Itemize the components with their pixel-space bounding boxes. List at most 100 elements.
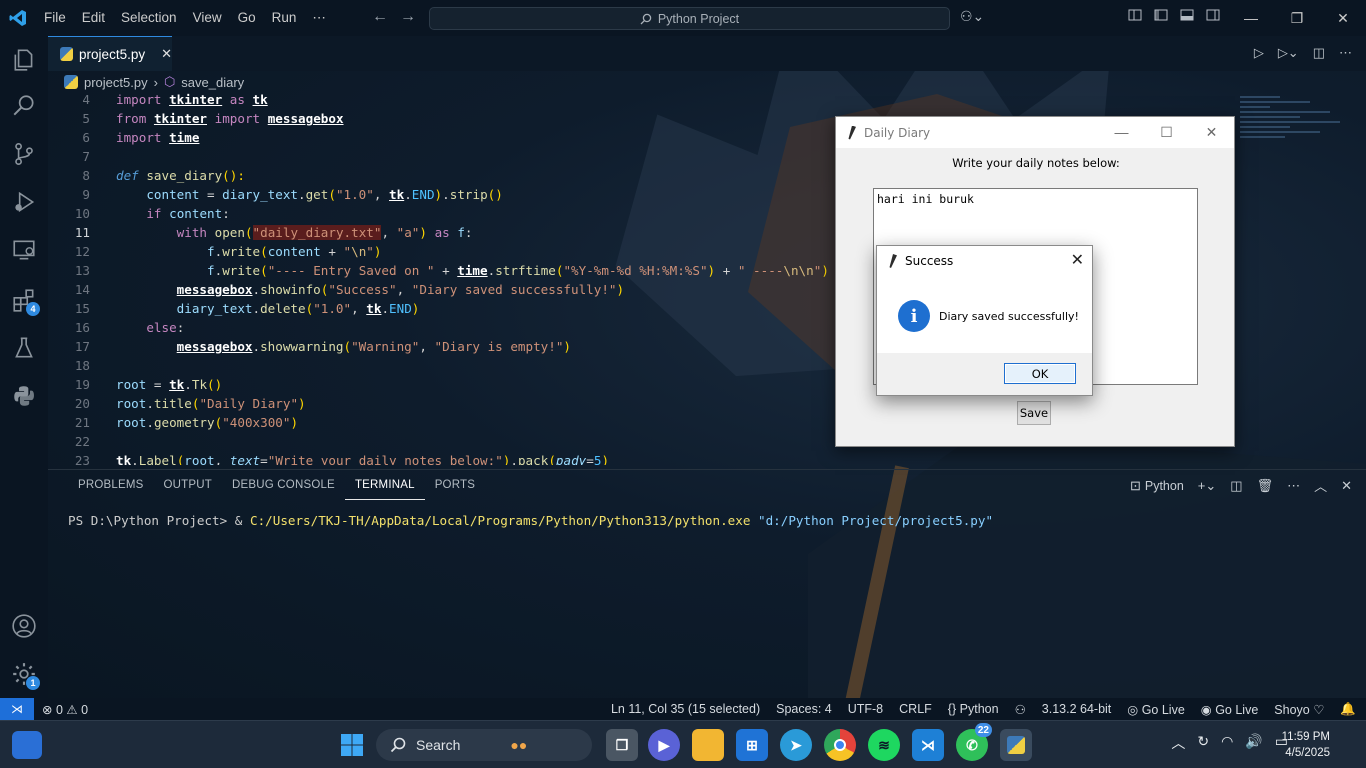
customize-layout-icon[interactable] (1128, 8, 1142, 22)
minimap[interactable] (1236, 93, 1356, 173)
menu-edit[interactable]: Edit (74, 0, 113, 36)
diary-minimize-icon[interactable]: — (1099, 117, 1144, 147)
status-right: Ln 11, Col 35 (15 selected) Spaces: 4 UT… (611, 698, 1356, 720)
tab-output[interactable]: OUTPUT (154, 470, 222, 500)
vscode-taskbar-icon[interactable]: ⋊ (912, 729, 944, 761)
forward-arrow-icon[interactable]: → (400, 8, 416, 26)
start-windows-icon[interactable] (336, 729, 368, 761)
taskbar-search[interactable]: Search ●● (376, 729, 592, 761)
language-mode[interactable]: {} Python (948, 702, 999, 716)
tab-problems[interactable]: PROBLEMS (68, 470, 154, 500)
meet-video-icon[interactable]: ▶ (648, 729, 680, 761)
diary-maximize-icon[interactable]: ☐ (1144, 117, 1189, 147)
menu-go[interactable]: Go (230, 0, 264, 36)
editor-actions: ▷ ▷⌄ ◫ ⋯ (1254, 45, 1352, 61)
user-status[interactable]: Shoyo ♡ (1274, 702, 1324, 717)
tray-chevron-icon[interactable]: ︿ (1171, 733, 1185, 753)
diary-close-icon[interactable]: ✕ (1189, 117, 1234, 147)
breadcrumb: project5.py › ⬡ save_diary (48, 71, 1366, 93)
success-dialog: Success ✕ i Diary saved successfully! OK (876, 245, 1093, 396)
menu-selection[interactable]: Selection (113, 0, 185, 36)
notifications-bell-icon[interactable]: 🔔 (1340, 702, 1356, 717)
go-live-2[interactable]: ◉ Go Live (1201, 702, 1259, 717)
menu-view[interactable]: View (185, 0, 230, 36)
minimize-icon[interactable]: — (1228, 0, 1274, 36)
taskbar-clock[interactable]: 11:59 PM 4/5/2025 (1282, 729, 1330, 761)
breadcrumb-symbol[interactable]: save_diary (181, 75, 244, 90)
broadcast-icon: ◎ (1127, 702, 1139, 717)
trash-icon[interactable]: 🗑 (1257, 478, 1274, 494)
more-icon[interactable]: ⋯ (1287, 478, 1300, 494)
dialog-footer: OK (877, 353, 1092, 395)
command-center-search[interactable]: Python Project (429, 7, 950, 30)
dialog-title-bar[interactable]: Success (877, 246, 1092, 276)
menu-more[interactable]: ⋯ (304, 0, 334, 36)
terminal-output[interactable]: PS D:\Python Project> & C:/Users/TKJ-TH/… (68, 513, 993, 528)
spotify-icon[interactable]: ≋ (868, 729, 900, 761)
close-panel-icon[interactable]: ✕ (1341, 478, 1352, 494)
chrome-icon[interactable] (824, 729, 856, 761)
manage-gear-icon[interactable]: 1 (0, 650, 48, 698)
encoding[interactable]: UTF-8 (848, 702, 883, 716)
testing-flask-icon[interactable] (0, 324, 48, 372)
python-interpreter[interactable]: 3.13.2 64-bit (1042, 702, 1112, 716)
go-live-1[interactable]: ◎ Go Live (1127, 702, 1185, 717)
back-arrow-icon[interactable]: ← (372, 8, 388, 26)
split-editor-icon[interactable]: ◫ (1313, 45, 1325, 61)
cursor-position[interactable]: Ln 11, Col 35 (15 selected) (611, 702, 760, 716)
nav-arrows: ← → (372, 8, 416, 26)
tk-feather-icon (848, 125, 856, 140)
toggle-secondary-sidebar-icon[interactable] (1206, 8, 1220, 22)
extensions-icon[interactable]: 4 (0, 276, 48, 324)
file-explorer-icon[interactable] (692, 729, 724, 761)
tab-terminal[interactable]: TERMINAL (344, 470, 425, 500)
tab-close-icon[interactable]: ✕ (161, 46, 172, 62)
problems-status[interactable]: ⊗ 0 ⚠ 0 (42, 702, 88, 717)
remote-indicator-icon[interactable]: ⋊ (0, 698, 34, 720)
dialog-close-icon[interactable]: ✕ (1071, 250, 1084, 270)
debug-run-icon[interactable]: ▷⌄ (1278, 45, 1299, 61)
telegram-icon[interactable]: ➤ (780, 729, 812, 761)
breadcrumb-file[interactable]: project5.py (84, 75, 148, 90)
whatsapp-icon[interactable]: ✆ 22 (956, 723, 992, 761)
terminal-profile[interactable]: Python (1145, 479, 1184, 493)
indentation[interactable]: Spaces: 4 (776, 702, 832, 716)
terminal-exe-path: C:/Users/TKJ-TH/AppData/Local/Programs/P… (249, 513, 751, 528)
split-terminal-icon[interactable]: ◫ (1230, 478, 1242, 494)
close-icon[interactable]: ✕ (1320, 0, 1366, 36)
python-extension-icon[interactable] (0, 372, 48, 420)
tab-label: project5.py (79, 46, 146, 62)
accounts-icon[interactable] (0, 602, 48, 650)
more-actions-icon[interactable]: ⋯ (1339, 45, 1352, 61)
widgets-icon[interactable] (12, 731, 42, 759)
sync-icon[interactable]: ↻ (1197, 733, 1209, 753)
source-control-icon[interactable] (0, 130, 48, 178)
python-taskbar-icon[interactable] (1000, 729, 1032, 761)
maximize-panel-icon[interactable]: ︿ (1314, 476, 1327, 495)
volume-icon[interactable]: 🔊 (1245, 733, 1262, 753)
toggle-primary-sidebar-icon[interactable] (1154, 8, 1168, 22)
task-view-icon[interactable]: ❐ (606, 729, 638, 761)
remote-explorer-icon[interactable] (0, 226, 48, 274)
menu-file[interactable]: File (36, 0, 74, 36)
explorer-icon[interactable] (0, 36, 48, 84)
new-terminal-icon[interactable]: +⌄ (1198, 478, 1216, 494)
restore-icon[interactable]: ❐ (1274, 0, 1320, 36)
bottom-panel: PROBLEMS OUTPUT DEBUG CONSOLE TERMINAL P… (48, 469, 1366, 698)
tab-project5[interactable]: project5.py ✕ (48, 36, 172, 71)
menu-run[interactable]: Run (264, 0, 305, 36)
ok-button[interactable]: OK (1004, 363, 1076, 384)
diary-instruction-label: Write your daily notes below: (952, 156, 1120, 170)
toggle-panel-icon[interactable] (1180, 8, 1194, 22)
save-button[interactable]: Save (1017, 401, 1051, 425)
line-ending[interactable]: CRLF (899, 702, 932, 716)
run-debug-icon[interactable] (0, 178, 48, 226)
tab-ports[interactable]: PORTS (425, 470, 485, 500)
wifi-icon[interactable]: ◠ (1221, 733, 1233, 753)
search-view-icon[interactable] (0, 82, 48, 130)
run-file-icon[interactable]: ▷ (1254, 45, 1264, 61)
copilot-status-icon[interactable]: ⚇ (1015, 702, 1026, 717)
tab-debug-console[interactable]: DEBUG CONSOLE (222, 470, 345, 500)
copilot-icon[interactable]: ⚇⌄ (960, 8, 984, 25)
ms-store-icon[interactable]: ⊞ (736, 729, 768, 761)
